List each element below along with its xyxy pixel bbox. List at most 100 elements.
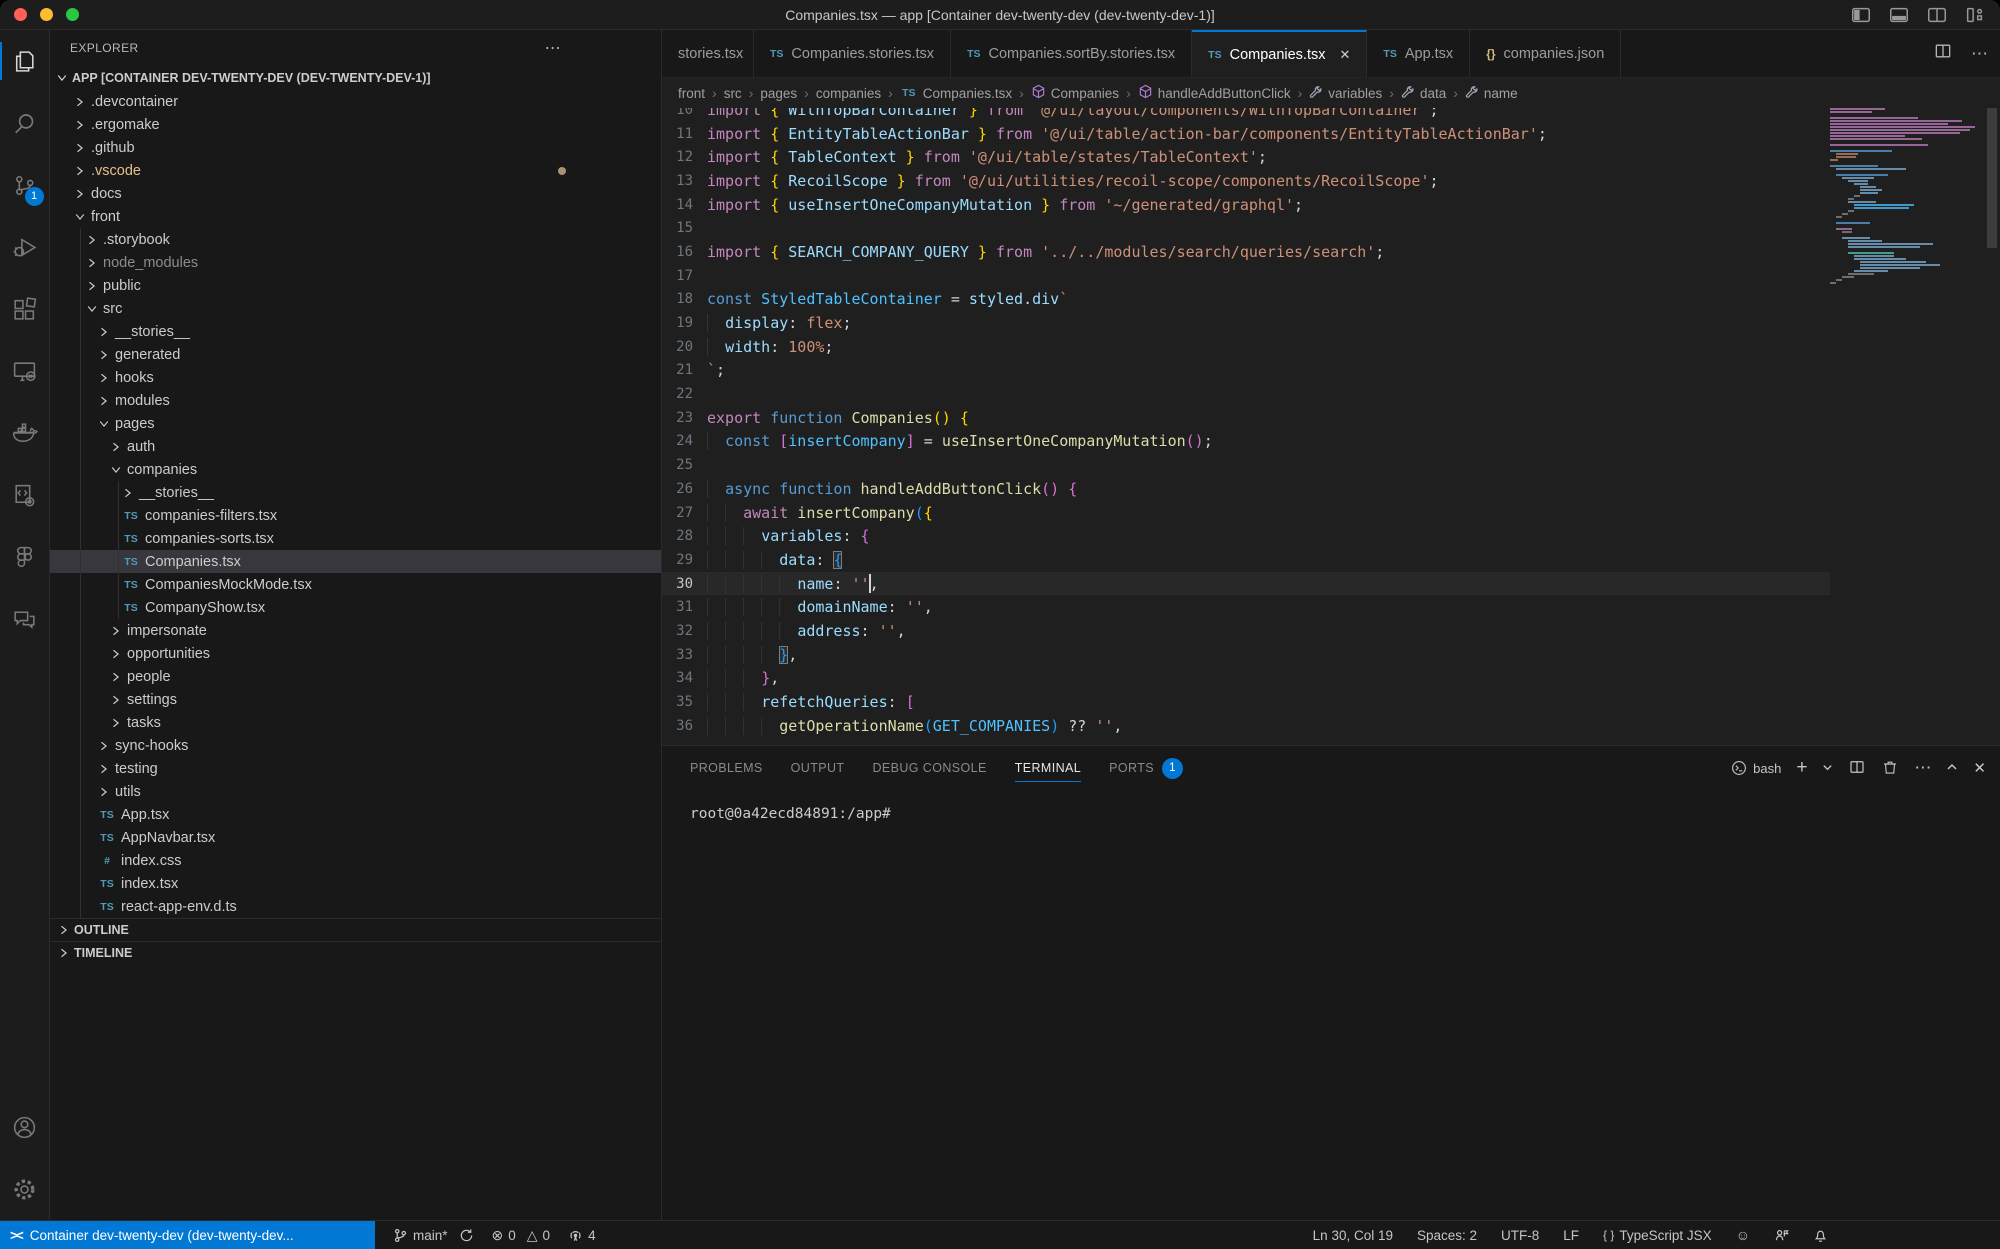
tree-file-CompanyShow.tsx[interactable]: TSCompanyShow.tsx (50, 596, 661, 619)
tree-folder-.devcontainer[interactable]: .devcontainer (50, 90, 661, 113)
terminal-output[interactable]: root@0a42ecd84891:/app# (662, 790, 2000, 822)
explorer-icon[interactable] (0, 30, 50, 92)
minimap[interactable] (1830, 108, 1975, 745)
code-line-36[interactable]: 36 getOperationName(GET_COMPANIES) ?? ''… (662, 714, 1830, 738)
code-line-12[interactable]: 12import { TableContext } from '@/ui/tab… (662, 145, 1830, 169)
tree-folder-modules[interactable]: modules (50, 389, 661, 412)
code-line-31[interactable]: 31 domainName: '', (662, 595, 1830, 619)
cursor-position-status[interactable]: Ln 30, Col 19 (1313, 1228, 1393, 1243)
ports-status[interactable]: 4 (568, 1228, 596, 1243)
tree-folder-.github[interactable]: .github (50, 136, 661, 159)
code-line-13[interactable]: 13import { RecoilScope } from '@/ui/util… (662, 169, 1830, 193)
toggle-secondary-sidebar-icon[interactable] (1926, 4, 1948, 26)
tree-file-react-app-env.d.ts[interactable]: TSreact-app-env.d.ts (50, 895, 661, 918)
tree-file-companies-sorts.tsx[interactable]: TScompanies-sorts.tsx (50, 527, 661, 550)
breadcrumb-Companies[interactable]: Companies (1031, 84, 1119, 102)
tree-folder-generated[interactable]: generated (50, 343, 661, 366)
feedback-icon[interactable]: ☺ (1736, 1227, 1750, 1243)
code-line-21[interactable]: 21`; (662, 359, 1830, 383)
comments-icon[interactable] (0, 588, 50, 650)
tree-folder-pages[interactable]: pages (50, 412, 661, 435)
explorer-more-actions-icon[interactable]: ⋯ (545, 38, 561, 58)
remote-session-icon[interactable] (1774, 1228, 1789, 1243)
kill-terminal-icon[interactable] (1881, 758, 1899, 779)
code-line-10[interactable]: 10import { WithTopBarContainer } from '@… (662, 108, 1830, 122)
tab-App.tsx[interactable]: TSApp.tsx (1367, 30, 1470, 77)
panel-tab-problems[interactable]: PROBLEMS (690, 746, 763, 790)
code-line-17[interactable]: 17 (662, 264, 1830, 288)
code-line-19[interactable]: 19 display: flex; (662, 311, 1830, 335)
tree-folder-sync-hooks[interactable]: sync-hooks (50, 734, 661, 757)
code-line-32[interactable]: 32 address: '', (662, 619, 1830, 643)
terminal-dropdown-icon[interactable] (1822, 761, 1833, 776)
tree-folder-companies[interactable]: companies (50, 458, 661, 481)
search-icon[interactable] (0, 92, 50, 154)
code-line-14[interactable]: 14import { useInsertOneCompanyMutation }… (662, 193, 1830, 217)
tree-file-companies-filters.tsx[interactable]: TScompanies-filters.tsx (50, 504, 661, 527)
indentation-status[interactable]: Spaces: 2 (1417, 1228, 1477, 1243)
code-line-18[interactable]: 18const StyledTableContainer = styled.di… (662, 288, 1830, 312)
remote-explorer-icon[interactable] (0, 340, 50, 402)
panel-tab-terminal[interactable]: TERMINAL (1015, 746, 1081, 790)
tree-folder-docs[interactable]: docs (50, 182, 661, 205)
close-panel-icon[interactable]: ✕ (1973, 759, 1986, 777)
tree-folder-front[interactable]: front (50, 205, 661, 228)
code-line-33[interactable]: 33 }, (662, 643, 1830, 667)
tree-folder-testing[interactable]: testing (50, 757, 661, 780)
breadcrumb-Companies.tsx[interactable]: TSCompanies.tsx (900, 86, 1012, 101)
panel-tab-output[interactable]: OUTPUT (791, 746, 845, 790)
split-terminal-icon[interactable] (1848, 758, 1866, 779)
tree-folder-auth[interactable]: auth (50, 435, 661, 458)
tree-folder-public[interactable]: public (50, 274, 661, 297)
git-branch-status[interactable]: main* (393, 1228, 474, 1243)
editor-more-actions-icon[interactable]: ⋯ (1971, 44, 1988, 64)
breadcrumb-pages[interactable]: pages (760, 86, 797, 101)
encoding-status[interactable]: UTF-8 (1501, 1228, 1539, 1243)
tree-file-Companies.tsx[interactable]: TSCompanies.tsx (50, 550, 661, 573)
section-outline[interactable]: OUTLINE (50, 918, 661, 941)
tree-folder-impersonate[interactable]: impersonate (50, 619, 661, 642)
tree-file-AppNavbar.tsx[interactable]: TSAppNavbar.tsx (50, 826, 661, 849)
code-line-22[interactable]: 22 (662, 382, 1830, 406)
close-window-button[interactable] (14, 8, 27, 21)
breadcrumb-companies[interactable]: companies (816, 86, 881, 101)
dev-container-icon[interactable] (0, 464, 50, 526)
section-timeline[interactable]: TIMELINE (50, 941, 661, 964)
figma-icon[interactable] (0, 526, 50, 588)
panel-tab-ports[interactable]: PORTS1 (1109, 746, 1183, 790)
code-line-35[interactable]: 35 refetchQueries: [ (662, 690, 1830, 714)
minimize-window-button[interactable] (40, 8, 53, 21)
settings-icon[interactable] (0, 1158, 50, 1220)
tab-Companies.sortBy.stories.tsx[interactable]: TSCompanies.sortBy.stories.tsx (951, 30, 1192, 77)
code-line-34[interactable]: 34 }, (662, 667, 1830, 691)
tab-Companies.stories.tsx[interactable]: TSCompanies.stories.tsx (754, 30, 951, 77)
panel-more-actions-icon[interactable]: ⋯ (1914, 758, 1931, 778)
tree-folder-utils[interactable]: utils (50, 780, 661, 803)
code-line-24[interactable]: 24 const [insertCompany] = useInsertOneC… (662, 430, 1830, 454)
code-line-20[interactable]: 20 width: 100%; (662, 335, 1830, 359)
breadcrumb-variables[interactable]: variables (1309, 85, 1382, 102)
code-line-15[interactable]: 15 (662, 216, 1830, 240)
tab-companies.json[interactable]: {}companies.json (1470, 30, 1621, 77)
tree-folder-people[interactable]: people (50, 665, 661, 688)
language-status[interactable]: { } TypeScript JSX (1603, 1228, 1712, 1243)
customize-layout-icon[interactable] (1964, 4, 1986, 26)
tree-file-index.css[interactable]: #index.css (50, 849, 661, 872)
extensions-icon[interactable] (0, 278, 50, 340)
breadcrumb-data[interactable]: data (1401, 85, 1446, 102)
code-line-26[interactable]: 26 async function handleAddButtonClick()… (662, 477, 1830, 501)
docker-icon[interactable] (0, 402, 50, 464)
workspace-section-header[interactable]: APP [CONTAINER DEV-TWENTY-DEV (DEV-TWENT… (50, 66, 661, 90)
tree-folder-node_modules[interactable]: node_modules (50, 251, 661, 274)
tree-folder-hooks[interactable]: hooks (50, 366, 661, 389)
code-line-30[interactable]: 30 name: '', (662, 572, 1830, 596)
notifications-bell-icon[interactable] (1813, 1228, 1828, 1243)
tree-file-App.tsx[interactable]: TSApp.tsx (50, 803, 661, 826)
eol-status[interactable]: LF (1563, 1228, 1579, 1243)
tree-folder-tasks[interactable]: tasks (50, 711, 661, 734)
tree-folder-__stories__[interactable]: __stories__ (50, 481, 661, 504)
tab-Companies.tsx[interactable]: TSCompanies.tsx✕ (1192, 30, 1367, 77)
tree-folder-opportunities[interactable]: opportunities (50, 642, 661, 665)
toggle-sidebar-icon[interactable] (1850, 4, 1872, 26)
code-line-23[interactable]: 23export function Companies() { (662, 406, 1830, 430)
